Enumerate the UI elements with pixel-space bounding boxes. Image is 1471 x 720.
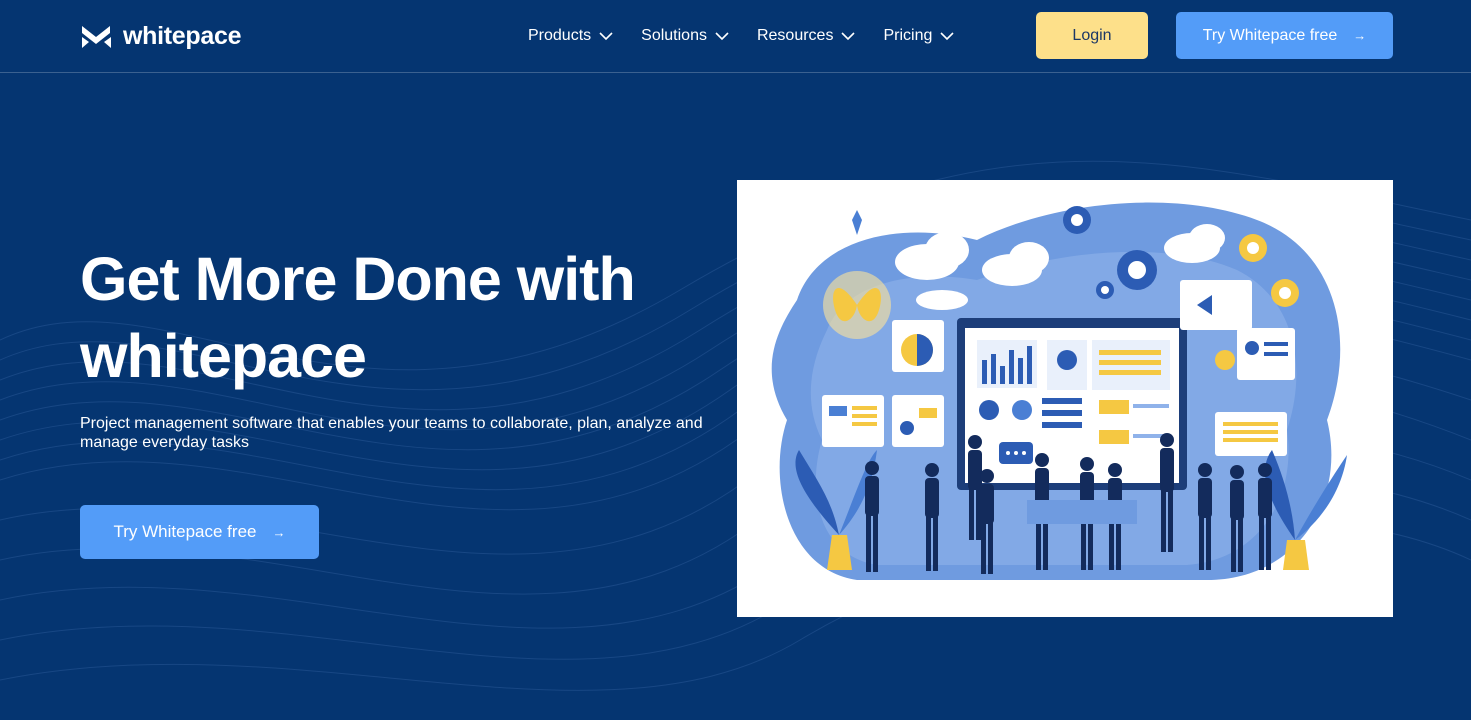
- arrow-right-icon: →: [272, 524, 286, 540]
- nav-item-solutions[interactable]: Solutions: [641, 24, 729, 48]
- chevron-down-icon: [715, 31, 729, 40]
- whitepace-logo-icon: [82, 25, 111, 48]
- chevron-down-icon: [841, 31, 856, 40]
- try-free-hero-button[interactable]: Try Whitepace free →: [80, 505, 319, 559]
- nav-item-label: Resources: [756, 27, 834, 44]
- hero-title: Get More Done with whitepace: [80, 245, 636, 390]
- nav-item-label: Solutions: [641, 27, 707, 44]
- chevron-down-icon: [599, 31, 613, 40]
- nav-item-pricing[interactable]: Pricing: [883, 24, 954, 48]
- nav-item-label: Pricing: [883, 27, 933, 44]
- nav-item-resources[interactable]: Resources: [756, 24, 856, 48]
- top-navigation: whitepace Products Solutions Resources P…: [0, 0, 1471, 73]
- arrow-right-icon: →: [1353, 28, 1367, 43]
- main-menu: Products Solutions Resources Pricing: [528, 24, 982, 48]
- chevron-down-icon: [940, 31, 954, 40]
- login-button[interactable]: Login: [1036, 12, 1148, 59]
- nav-item-products[interactable]: Products: [528, 24, 613, 48]
- hero-subtitle: Project management software that enables…: [80, 415, 703, 451]
- nav-item-label: Products: [528, 27, 592, 44]
- team-collaboration-dashboard-illustration: [737, 180, 1393, 617]
- brand-name: whitepace: [123, 22, 242, 50]
- brand-logo[interactable]: whitepace: [80, 22, 241, 51]
- try-free-label: Try Whitepace free: [1202, 26, 1338, 44]
- try-free-label: Try Whitepace free: [113, 522, 257, 541]
- try-free-nav-button[interactable]: Try Whitepace free →: [1176, 12, 1393, 59]
